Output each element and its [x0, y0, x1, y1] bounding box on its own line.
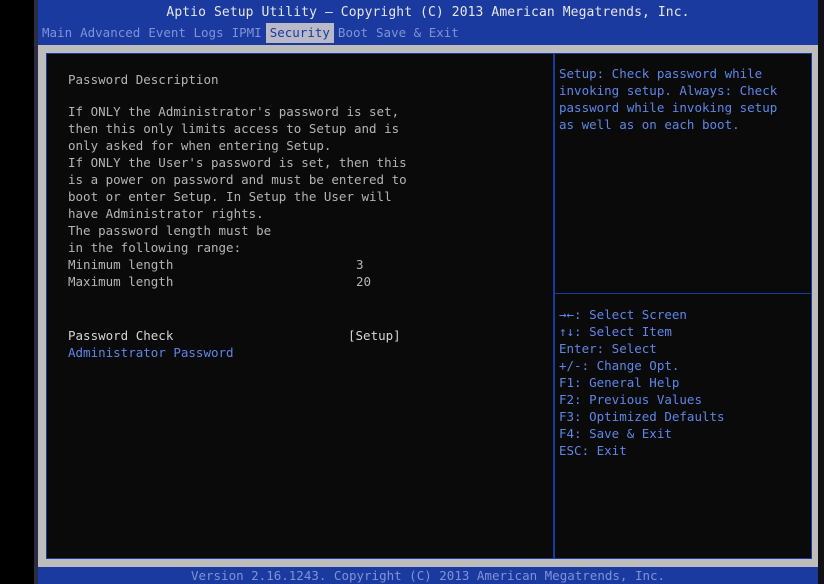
description-line: boot or enter Setup. In Setup the User w…: [68, 189, 392, 204]
help-description-line: invoking setup. Always: Check: [559, 83, 778, 98]
min-length-value: 3: [356, 257, 364, 272]
description-line: is a power on password and must be enter…: [68, 172, 407, 187]
key-hint-esc-exit: ESC: Exit: [559, 443, 627, 458]
key-hint-previous-values: F2: Previous Values: [559, 392, 702, 407]
tab-ipmi[interactable]: IPMI: [228, 23, 266, 43]
right-bezel: [818, 0, 824, 584]
description-line: have Administrator rights.: [68, 206, 264, 221]
content-frame: Password Description If ONLY the Adminis…: [38, 45, 818, 567]
min-length-label: Minimum length: [68, 257, 174, 272]
key-hint-enter: Enter: Select: [559, 341, 657, 356]
key-hint-change-opt: +/-: Change Opt.: [559, 358, 680, 373]
help-description-line: Setup: Check password while: [559, 66, 763, 81]
administrator-password-item[interactable]: Administrator Password: [68, 345, 234, 361]
key-hint-select-item: ↑↓: Select Item: [559, 324, 672, 339]
menu-tabs: Main Advanced Event Logs IPMI Security B…: [38, 23, 463, 43]
tab-save-exit[interactable]: Save & Exit: [372, 23, 463, 43]
footer-bar: Version 2.16.1243. Copyright (C) 2013 Am…: [38, 567, 818, 584]
key-hint-optimized-defaults: F3: Optimized Defaults: [559, 409, 725, 424]
utility-title: Aptio Setup Utility – Copyright (C) 2013…: [166, 5, 690, 20]
tab-security[interactable]: Security: [265, 23, 334, 43]
tab-advanced[interactable]: Advanced: [76, 23, 144, 43]
description-line: If ONLY the User's password is set, then…: [68, 155, 407, 170]
key-hint-select-screen: →←: Select Screen: [559, 307, 687, 322]
tab-boot[interactable]: Boot: [334, 23, 372, 43]
password-check-value[interactable]: [Setup]: [348, 328, 401, 344]
help-panel: Setup: Check password while invoking set…: [554, 53, 812, 559]
description-line: If ONLY the Administrator's password is …: [68, 104, 400, 119]
tab-main[interactable]: Main: [38, 23, 76, 43]
max-length-value: 20: [356, 274, 372, 289]
max-length-label: Maximum length: [68, 274, 174, 289]
key-hint-save-exit: F4: Save & Exit: [559, 426, 672, 441]
description-line: in the following range:: [68, 240, 242, 255]
settings-panel: Password Description If ONLY the Adminis…: [46, 53, 554, 559]
help-description-line: as well as on each boot.: [559, 117, 740, 132]
password-check-label[interactable]: Password Check: [68, 328, 173, 344]
help-divider: [555, 293, 811, 294]
version-text: Version 2.16.1243. Copyright (C) 2013 Am…: [190, 568, 666, 583]
description-line: only asked for when entering Setup.: [68, 138, 332, 153]
description-line: then this only limits access to Setup an…: [68, 121, 400, 136]
key-hint-general-help: F1: General Help: [559, 375, 680, 390]
left-bezel: [0, 0, 36, 584]
section-title: Password Description: [68, 72, 219, 87]
help-description-line: password while invoking setup: [559, 100, 778, 115]
tab-event-logs[interactable]: Event Logs: [144, 23, 227, 43]
description-line: The password length must be: [68, 223, 272, 238]
bios-screen: Aptio Setup Utility – Copyright (C) 2013…: [0, 0, 824, 584]
